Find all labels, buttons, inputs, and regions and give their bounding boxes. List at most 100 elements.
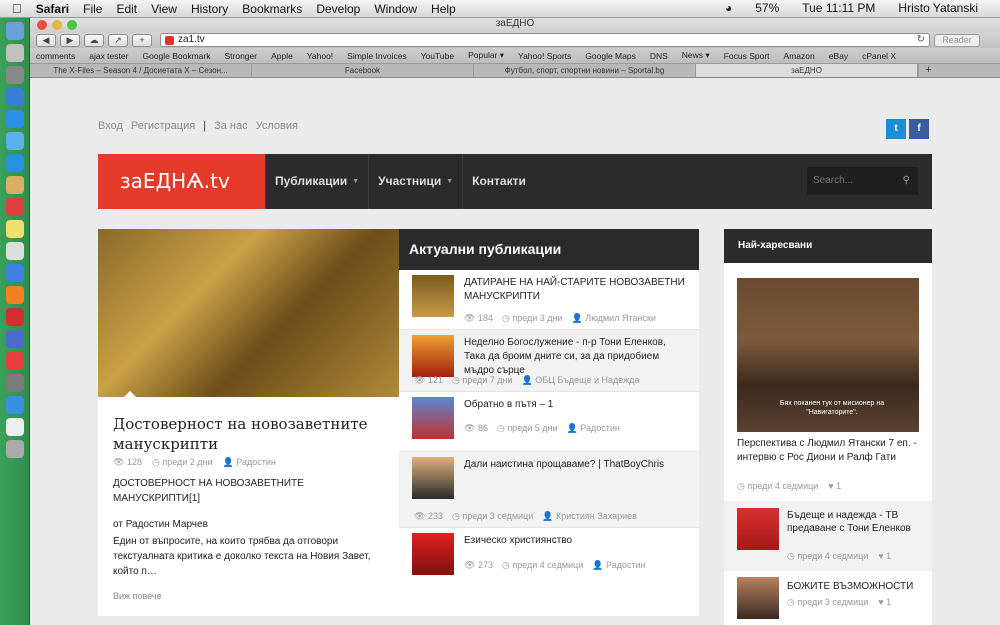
article-title[interactable]: ДАТИРАНЕ НА НАЙ-СТАРИТЕ НОВОЗАВЕТНИ МАНУ… [464, 276, 689, 304]
post-author[interactable]: 👤 Кристиян Захариев [542, 511, 637, 522]
reload-icon[interactable]: ↻ [917, 34, 925, 46]
bookmark-item[interactable]: Apple [271, 51, 293, 61]
safari-icon[interactable] [6, 110, 24, 128]
bookmark-item[interactable]: ajax tester [89, 51, 128, 61]
skype-icon[interactable] [6, 154, 24, 172]
popular-title[interactable]: Перспектива с Людмил Ятански 7 еп. - инт… [737, 437, 922, 465]
new-tab-button[interactable]: + [132, 33, 152, 47]
nav-participants[interactable]: Участници ▼ [368, 154, 462, 209]
bookmark-item[interactable]: DNS [650, 51, 668, 61]
menu-window[interactable]: Window [374, 2, 417, 16]
tab-sportal[interactable]: Футбол, спорт, спортни новини – Sportal.… [474, 64, 696, 77]
list-item[interactable]: Обратно в пътя – 1 👁 86 ◷ преди 5 дни 👤 … [399, 392, 699, 452]
filezilla-icon[interactable] [6, 352, 24, 370]
app-icon[interactable] [6, 308, 24, 326]
post-author[interactable]: 👤 Радостин [567, 423, 620, 434]
bookmark-item[interactable]: Stronger [224, 51, 257, 61]
login-link[interactable]: Вход [98, 120, 123, 132]
read-more-link[interactable]: Виж повече [113, 591, 162, 601]
likes-count[interactable]: ♥ 1 [878, 551, 891, 562]
article-title[interactable]: Обратно в пътя – 1 [464, 398, 689, 412]
menu-help[interactable]: Help [431, 2, 456, 16]
register-link[interactable]: Регистрация [131, 120, 195, 132]
reader-button[interactable]: Reader [934, 33, 980, 47]
bookmark-item[interactable]: Yahoo! Sports [518, 51, 571, 61]
add-tab-button[interactable]: + [918, 64, 938, 77]
app-icon[interactable] [6, 330, 24, 348]
featured-title[interactable]: Достоверност на новозаветните манускрипт… [113, 414, 388, 454]
article-thumbnail[interactable] [737, 577, 779, 619]
likes-count[interactable]: ♥ 1 [878, 597, 891, 608]
search-input[interactable]: Search... ⚲ [807, 167, 918, 195]
article-thumbnail[interactable] [737, 508, 779, 550]
site-logo[interactable]: заЕДНѦ.tv [98, 154, 265, 209]
battery-level[interactable]: 57% [755, 1, 779, 15]
bookmark-item[interactable]: Focus Sport [724, 51, 770, 61]
document-icon[interactable] [6, 418, 24, 436]
article-title[interactable]: Бъдеще и надежда - ТВ предаване с Тони Е… [787, 509, 927, 535]
menu-edit[interactable]: Edit [116, 2, 137, 16]
app-icon[interactable] [6, 88, 24, 106]
share-icon[interactable]: ↗ [108, 33, 128, 47]
bookmark-item[interactable]: Amazon [784, 51, 815, 61]
post-author[interactable]: 👤 Людмил Ятански [572, 313, 656, 324]
app-icon[interactable] [6, 44, 24, 62]
forward-button[interactable]: ▶ [60, 33, 80, 47]
bookmark-item[interactable]: Popular ▾ [468, 50, 504, 61]
about-link[interactable]: За нас [214, 120, 248, 132]
list-item[interactable]: Дали наистина прощаваме? | ThatBoyChris … [399, 452, 699, 528]
list-item[interactable]: ДАТИРАНЕ НА НАЙ-СТАРИТЕ НОВОЗАВЕТНИ МАНУ… [399, 270, 699, 330]
facebook-icon[interactable]: f [909, 119, 929, 139]
list-item[interactable]: БОЖИТЕ ВЪЗМОЖНОСТИ ◷ преди 3 седмици ♥ 1 [724, 573, 932, 625]
article-title[interactable]: БОЖИТЕ ВЪЗМОЖНОСТИ [787, 580, 927, 593]
tab-facebook[interactable]: Facebook [252, 64, 474, 77]
article-thumbnail[interactable] [412, 533, 454, 575]
menu-view[interactable]: View [151, 2, 177, 16]
address-bar[interactable]: za1.tv ↻ [160, 33, 930, 47]
list-item[interactable]: Бъдеще и надежда - ТВ предаване с Тони Е… [724, 501, 932, 571]
app-icon[interactable] [6, 242, 24, 260]
article-thumbnail[interactable] [412, 335, 454, 377]
bookmark-item[interactable]: comments [36, 51, 75, 61]
article-title[interactable]: Дали наистина прощаваме? | ThatBoyChris [464, 458, 689, 472]
bookmark-item[interactable]: Google Bookmark [142, 51, 210, 61]
post-author[interactable]: 👤 Радостин [592, 560, 645, 571]
minimize-icon[interactable] [52, 20, 62, 30]
zoom-icon[interactable] [67, 20, 77, 30]
user-name[interactable]: Hristo Yatanski [898, 1, 978, 15]
article-thumbnail[interactable] [412, 397, 454, 439]
app-icon[interactable] [6, 264, 24, 282]
article-thumbnail[interactable] [412, 457, 454, 499]
bookmark-item[interactable]: Google Maps [585, 51, 636, 61]
close-icon[interactable] [37, 20, 47, 30]
menu-bookmarks[interactable]: Bookmarks [242, 2, 302, 16]
article-title[interactable]: Неделно Богослужение - п-р Тони Еленков,… [464, 336, 689, 378]
terms-link[interactable]: Условия [256, 120, 298, 132]
featured-image[interactable] [98, 229, 399, 398]
tab-zaedno[interactable]: заЕДНО [696, 64, 918, 77]
list-item[interactable]: Неделно Богослужение - п-р Тони Еленков,… [399, 330, 699, 392]
app-icon[interactable] [6, 374, 24, 392]
app-icon[interactable] [6, 286, 24, 304]
bookmark-item[interactable]: YouTube [421, 51, 454, 61]
app-icon[interactable] [6, 66, 24, 84]
notes-icon[interactable] [6, 220, 24, 238]
clock[interactable]: Tue 11:11 PM [802, 1, 875, 15]
menu-app[interactable]: Safari [36, 2, 69, 16]
nav-contacts[interactable]: Контакти [462, 154, 535, 209]
bookmark-item[interactable]: eBay [829, 51, 848, 61]
icloud-icon[interactable]: ☁ [84, 33, 104, 47]
search-icon[interactable]: ⚲ [903, 167, 910, 195]
wifi-icon[interactable]: ◕ [725, 1, 732, 15]
trash-icon[interactable] [6, 440, 24, 458]
menu-file[interactable]: File [83, 2, 102, 16]
bookmark-item[interactable]: News ▾ [682, 50, 710, 61]
twitter-icon[interactable]: t [886, 119, 906, 139]
nav-publications[interactable]: Публикации ▼ [265, 154, 368, 209]
app-icon[interactable] [6, 396, 24, 414]
menu-develop[interactable]: Develop [316, 2, 360, 16]
bookmark-item[interactable]: cPanel X [862, 51, 896, 61]
bookmark-item[interactable]: Simple Invoices [347, 51, 407, 61]
list-item[interactable]: Езическо християнство 👁 273 ◷ преди 4 се… [399, 528, 699, 588]
finder-icon[interactable] [6, 22, 24, 40]
